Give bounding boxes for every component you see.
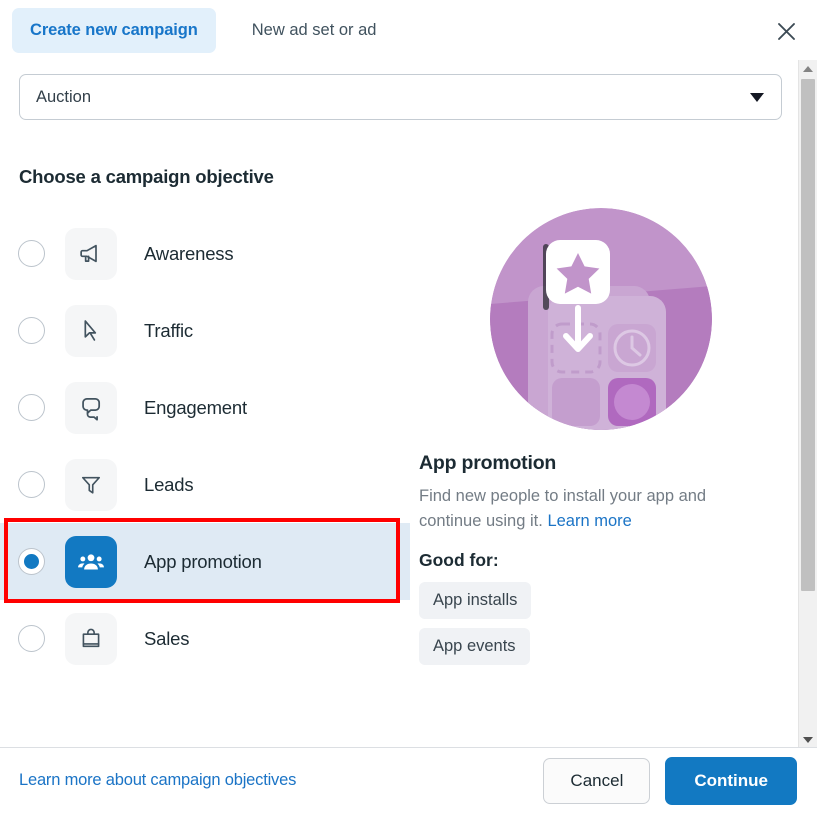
buying-type-select[interactable]: Auction: [19, 74, 782, 120]
cursor-icon: [65, 304, 117, 357]
good-for-label: Good for:: [419, 550, 499, 570]
objective-option-app-promotion[interactable]: App promotion: [0, 523, 410, 600]
objective-option-sales[interactable]: Sales: [0, 600, 410, 677]
radio-engagement[interactable]: [18, 394, 45, 421]
people-icon: [65, 535, 117, 588]
shopping-bag-icon: [65, 612, 117, 665]
objective-label: App promotion: [144, 550, 262, 572]
vertical-scrollbar[interactable]: [798, 60, 817, 748]
objective-option-awareness[interactable]: Awareness: [0, 215, 410, 292]
detail-description: Find new people to install your app and …: [419, 484, 764, 534]
learn-more-link[interactable]: Learn more: [547, 512, 631, 530]
objective-option-leads[interactable]: Leads: [0, 446, 410, 523]
scroll-up-arrow-icon[interactable]: [799, 60, 817, 77]
good-for-chips: App installs App events: [419, 582, 532, 674]
objective-option-engagement[interactable]: Engagement: [0, 369, 410, 446]
campaign-objectives-help-link[interactable]: Learn more about campaign objectives: [19, 771, 296, 790]
section-title: Choose a campaign objective: [19, 166, 274, 187]
radio-app-promotion[interactable]: [18, 548, 45, 575]
radio-traffic[interactable]: [18, 317, 45, 344]
radio-leads[interactable]: [18, 471, 45, 498]
radio-awareness[interactable]: [18, 240, 45, 267]
objective-label: Awareness: [144, 242, 234, 264]
chip-app-installs: App installs: [419, 582, 532, 619]
tab-create-new-campaign[interactable]: Create new campaign: [12, 7, 216, 53]
dialog-body: Auction Choose a campaign objective Awar…: [0, 60, 817, 748]
close-icon[interactable]: [769, 14, 803, 48]
app-promotion-illustration: [490, 208, 712, 430]
chevron-down-icon: [750, 93, 764, 102]
objective-label: Engagement: [144, 396, 247, 418]
chip-app-events: App events: [419, 628, 530, 665]
buying-type-value: Auction: [36, 87, 92, 106]
objective-option-traffic[interactable]: Traffic: [0, 292, 410, 369]
objective-label: Traffic: [144, 319, 193, 341]
radio-sales[interactable]: [18, 625, 45, 652]
campaign-objective-list: Awareness Traffic Engagement Leads App p…: [0, 215, 410, 677]
dialog-header: Create new campaign New ad set or ad: [0, 0, 817, 60]
scroll-down-arrow-icon[interactable]: [799, 731, 817, 748]
chat-bubbles-icon: [65, 381, 117, 434]
scrollbar-thumb[interactable]: [801, 79, 815, 591]
objective-label: Leads: [144, 473, 194, 495]
megaphone-icon: [65, 227, 117, 280]
cancel-button[interactable]: Cancel: [543, 757, 651, 804]
detail-title: App promotion: [419, 452, 557, 474]
funnel-icon: [65, 458, 117, 511]
footer-actions: Cancel Continue: [543, 756, 797, 805]
objective-label: Sales: [144, 627, 190, 649]
dialog-footer: Learn more about campaign objectives Can…: [0, 747, 817, 813]
continue-button[interactable]: Continue: [665, 756, 797, 805]
tab-new-ad-set-or-ad[interactable]: New ad set or ad: [246, 11, 383, 50]
